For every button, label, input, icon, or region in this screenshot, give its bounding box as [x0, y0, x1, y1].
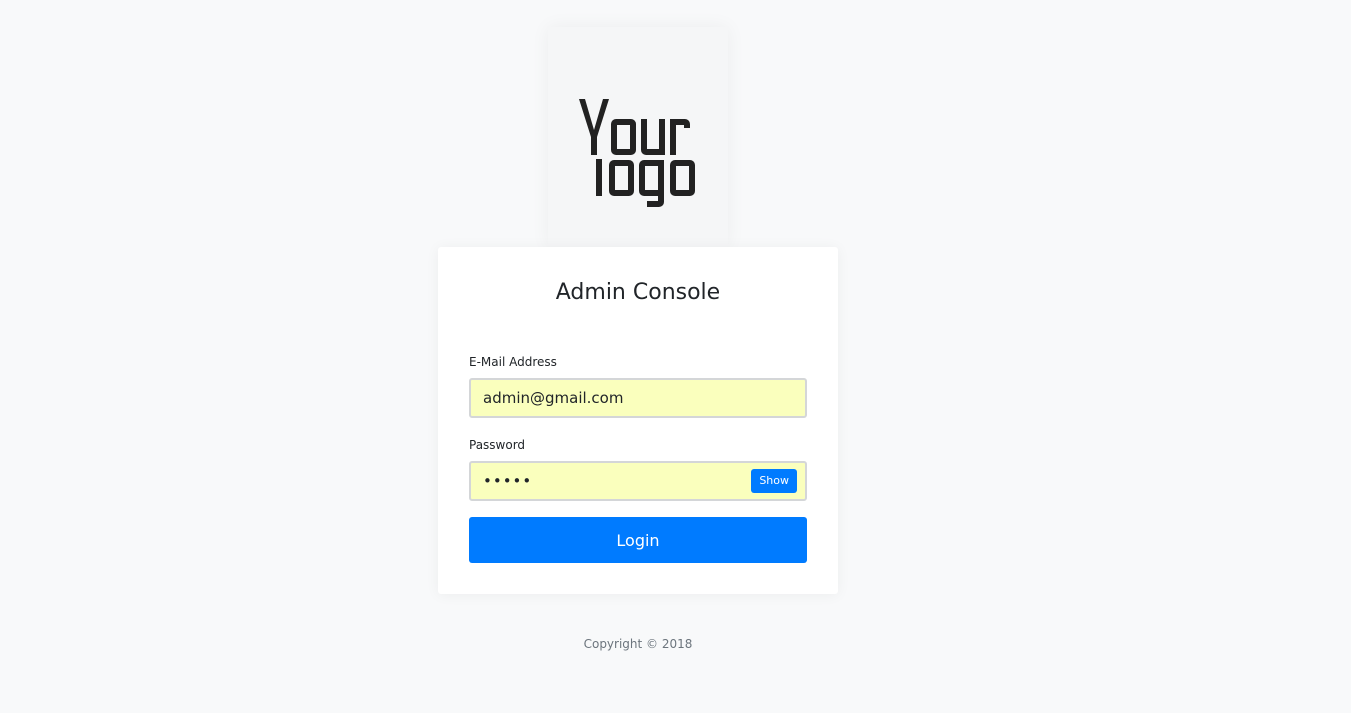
logo-letter-r [670, 119, 690, 155]
login-button[interactable]: Login [469, 517, 807, 563]
logo-letter-o3 [670, 160, 695, 196]
logo-letter-o1 [611, 119, 636, 155]
logo-letter-u [641, 119, 665, 155]
show-password-button[interactable]: Show [751, 469, 797, 493]
password-field-wrapper: Show [469, 461, 807, 501]
logo-letter-l [596, 159, 602, 196]
logo-letter-o2 [609, 160, 634, 196]
password-label: Password [469, 438, 526, 452]
login-card: Admin Console E-Mail Address Password Sh… [438, 247, 838, 594]
logo-letter-g [639, 160, 664, 207]
login-page: Admin Console E-Mail Address Password Sh… [0, 0, 1351, 713]
email-field-wrapper [469, 378, 807, 418]
page-title: Admin Console [555, 280, 721, 305]
logo [548, 27, 728, 247]
email-label: E-Mail Address [469, 355, 557, 369]
email-field[interactable] [471, 380, 805, 416]
logo-image [579, 99, 695, 207]
logo-letter-y [579, 99, 609, 155]
copyright-text: Copyright © 2018 [583, 637, 693, 651]
